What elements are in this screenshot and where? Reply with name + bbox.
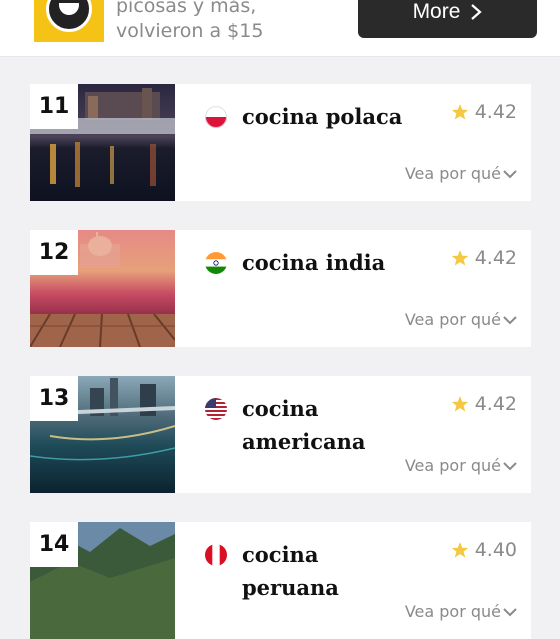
chevron-down-icon <box>503 315 517 324</box>
promo-logo <box>34 0 104 42</box>
list-item[interactable]: 14 cocina peruana 4.40 Vea por qué <box>30 522 531 639</box>
list-item[interactable]: 11 cocina polaca 4.42 Vea por qué <box>30 84 531 201</box>
star-icon <box>451 542 468 558</box>
rating-value: 4.42 <box>474 101 517 123</box>
cuisine-name[interactable]: cocina americana <box>242 392 422 458</box>
see-why-label: Vea por qué <box>404 310 501 329</box>
see-why-link[interactable]: Vea por qué <box>405 310 517 329</box>
rating: 4.42 <box>451 101 517 123</box>
rank-badge: 12 <box>30 230 78 275</box>
rank-badge: 11 <box>30 84 78 129</box>
see-why-label: Vea por qué <box>404 164 501 183</box>
cuisine-name[interactable]: cocina india <box>242 246 422 279</box>
list-item[interactable]: 12 cocina india 4.42 Vea por qué <box>30 230 531 347</box>
cuisine-name[interactable]: cocina peruana <box>242 538 422 604</box>
promo-text-line2: volvieron a $15 <box>116 20 264 42</box>
rating-value: 4.42 <box>474 247 517 269</box>
chevron-down-icon <box>503 607 517 616</box>
promo-text-line1: picosas y más, <box>116 0 257 17</box>
rating: 4.42 <box>451 393 517 415</box>
rating: 4.42 <box>451 247 517 269</box>
chevron-right-icon <box>471 4 483 20</box>
star-icon <box>451 104 468 120</box>
rating-value: 4.42 <box>474 393 517 415</box>
see-why-label: Vea por qué <box>404 602 501 621</box>
flag-peru-icon <box>205 544 227 566</box>
more-button[interactable]: More <box>358 0 537 38</box>
see-why-link[interactable]: Vea por qué <box>405 456 517 475</box>
rating: 4.40 <box>451 539 517 561</box>
cuisine-name[interactable]: cocina polaca <box>242 100 422 133</box>
flag-india-icon <box>205 252 227 274</box>
see-why-link[interactable]: Vea por qué <box>405 164 517 183</box>
promo-text: picosas y más, volvieron a $15 <box>116 0 263 44</box>
rank-badge: 13 <box>30 376 78 421</box>
rank-badge: 14 <box>30 522 78 567</box>
chevron-down-icon <box>503 169 517 178</box>
see-why-link[interactable]: Vea por qué <box>405 602 517 621</box>
flag-usa-icon <box>205 398 227 420</box>
star-icon <box>451 250 468 266</box>
chevron-down-icon <box>503 461 517 470</box>
star-icon <box>451 396 468 412</box>
list-item[interactable]: 13 cocina americana 4.42 Vea por qué <box>30 376 531 493</box>
more-button-label: More <box>412 0 461 23</box>
flag-poland-icon <box>205 106 227 128</box>
see-why-label: Vea por qué <box>404 456 501 475</box>
rating-value: 4.40 <box>474 539 517 561</box>
promo-banner: picosas y más, volvieron a $15 More <box>0 0 560 57</box>
